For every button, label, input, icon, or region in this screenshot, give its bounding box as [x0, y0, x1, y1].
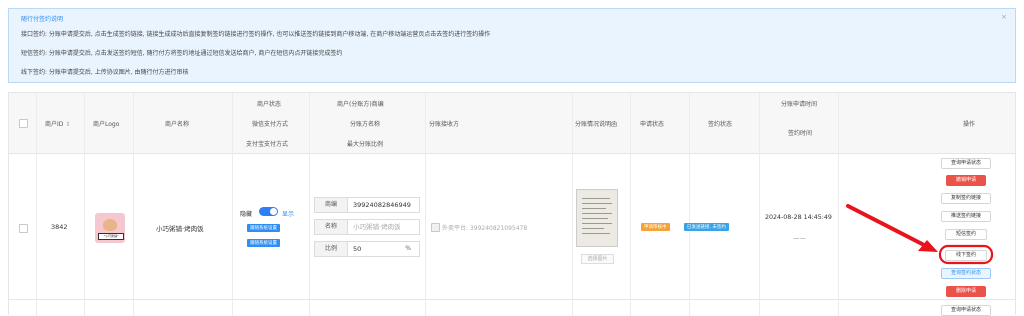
ratio-field[interactable]: 比例 50 % — [314, 241, 420, 257]
header-sign-time: 签约时间 — [788, 130, 813, 137]
apply-status-badge: 申请审核中 — [641, 223, 670, 231]
next-row-query-apply-status-button[interactable]: 查询申请状态 — [941, 305, 991, 316]
select-image-button[interactable]: 选择图片 — [581, 254, 614, 264]
sign-time: —— — [793, 234, 806, 242]
row-checkbox[interactable] — [19, 224, 28, 233]
wx-pay-tag: 跟随系统设置 — [247, 224, 280, 232]
header-receiver: 分账接收方 — [429, 121, 460, 128]
close-icon[interactable]: × — [1001, 13, 1007, 21]
delete-apply-button[interactable]: 删除申请 — [946, 286, 986, 297]
header-status: 商户状态 — [257, 101, 282, 108]
table-header: 商户ID ⇕ 商户Logo 商户名称 商户状态 微信支付方式 支付宝支付方式 商… — [9, 93, 1015, 154]
notice-line-sms: 短信签约: 分账申请提交后, 点击发送签约短信, 随行付方将签约地址通过短信发送… — [21, 50, 343, 57]
header-wx-pay: 微信支付方式 — [252, 121, 289, 128]
header-merchant-id[interactable]: 商户ID ⇕ — [45, 119, 70, 128]
show-label: 显示 — [282, 211, 295, 218]
receiver-checkbox[interactable] — [431, 223, 440, 232]
query-apply-status-button[interactable]: 查询申请状态 — [941, 158, 991, 169]
push-sign-link-button[interactable]: 推送签约链接 — [941, 211, 991, 222]
header-payee-name: 分账方名称 — [350, 121, 381, 128]
sign-status-badge: 已发送链接, 未签约 — [684, 223, 729, 231]
revoke-apply-button[interactable]: 撤销申请 — [946, 175, 986, 186]
header-payee-code: 商户(分账方)商编 — [337, 101, 384, 108]
merchant-logo: *小巧粥铺* — [95, 213, 125, 243]
application-table: 商户ID ⇕ 商户Logo 商户名称 商户状态 微信支付方式 支付宝支付方式 商… — [8, 92, 1016, 316]
apply-time: 2024-08-28 14:45:49 — [765, 214, 832, 221]
ali-pay-tag: 跟随系统设置 — [247, 239, 280, 247]
header-apply-time: 分账申请时间 — [781, 101, 818, 108]
hidden-label: 隐藏 — [240, 211, 253, 218]
offline-sign-button[interactable]: 线下签约 — [945, 250, 987, 261]
receiver-text: 外卖平台: 399240821095478 — [442, 225, 528, 232]
header-name: 商户名称 — [165, 121, 190, 128]
payee-name-field: 名称 小巧粥铺·烤肉饭 — [314, 219, 420, 235]
header-actions: 操作 — [963, 121, 976, 128]
header-ali-pay: 支付宝支付方式 — [246, 141, 289, 148]
sort-icon: ⇕ — [65, 121, 71, 128]
sms-sign-button[interactable]: 短信签约 — [945, 229, 987, 240]
display-toggle[interactable] — [259, 207, 278, 216]
notice-line-offline: 线下签约: 分账申请提交后, 上传协议图片, 由随行付方进行审核 — [21, 69, 189, 76]
query-sign-status-button[interactable]: 查询签约状态 — [941, 268, 991, 279]
header-sign-status: 签约状态 — [708, 121, 733, 128]
row-divider — [9, 299, 1015, 300]
copy-sign-link-button[interactable]: 复制签约链接 — [941, 193, 991, 204]
header-max-ratio: 最大分账比例 — [347, 141, 384, 148]
header-apply-status: 申请状态 — [640, 121, 665, 128]
notice-title: 随行付签约说明 — [21, 16, 64, 23]
merchant-name: 小巧粥铺·烤肉饭 — [156, 225, 204, 233]
signing-notice: 随行付签约说明 × 接口签约: 分账申请提交后, 点击生成签约链接, 链接生成成… — [8, 8, 1016, 83]
agreement-image[interactable] — [576, 189, 618, 247]
payee-code-field[interactable]: 商编 39924082846949 — [314, 197, 420, 213]
select-all-checkbox[interactable] — [19, 119, 28, 128]
header-desc-image: 分账情况说明函 — [575, 121, 618, 128]
merchant-id: 3842 — [51, 223, 68, 231]
header-logo: 商户Logo — [93, 121, 120, 128]
notice-line-api: 接口签约: 分账申请提交后, 点击生成签约链接, 链接生成成功后直接复制签约链接… — [21, 31, 491, 38]
